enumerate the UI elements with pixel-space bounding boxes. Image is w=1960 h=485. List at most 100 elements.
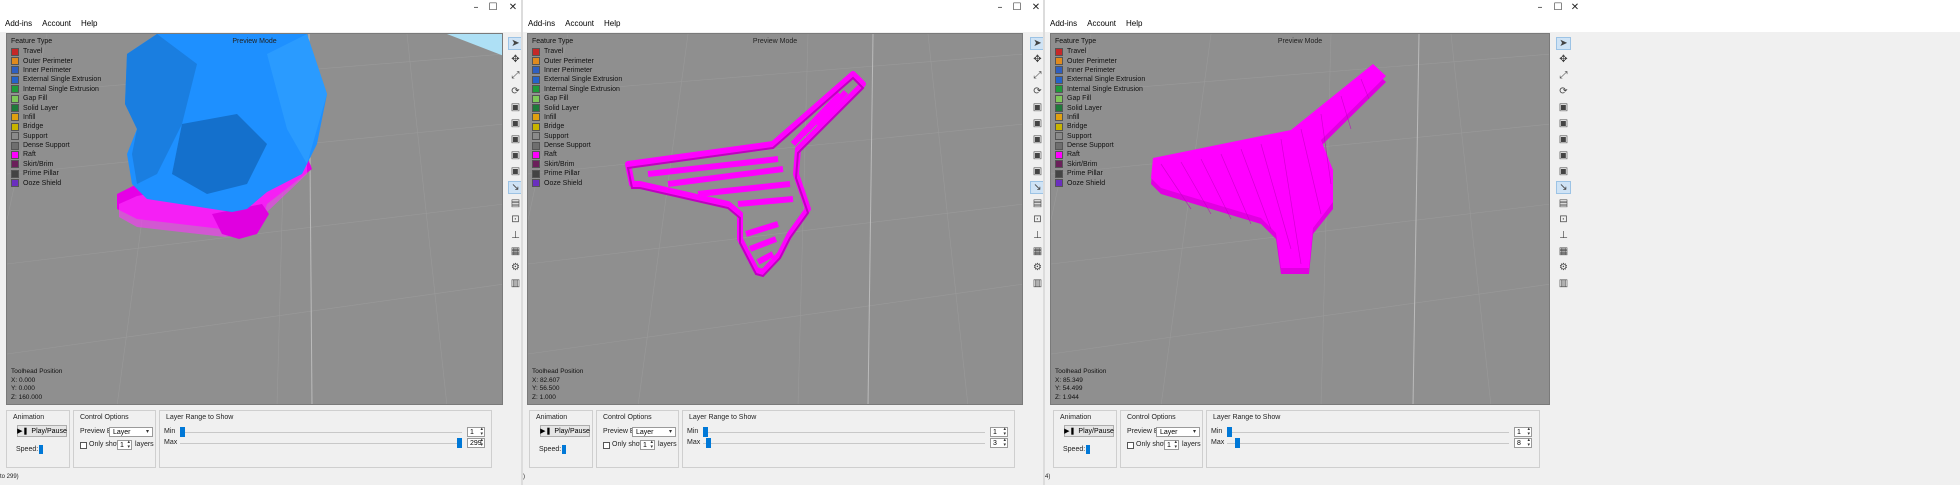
only-show-spinner[interactable]: 1 ▴ ▾	[117, 440, 132, 450]
legend-swatch	[1055, 75, 1063, 84]
view-iso-icon[interactable]: ▣	[1556, 101, 1571, 114]
move-icon[interactable]: ✥	[1030, 53, 1043, 66]
rotate-icon[interactable]: ⟳	[1556, 85, 1571, 98]
menu-account[interactable]: Account	[1087, 19, 1116, 28]
view-iso-icon[interactable]: ▣	[508, 101, 521, 114]
view-bottom-icon[interactable]: ▣	[508, 165, 521, 178]
measure-icon[interactable]: ⊥	[508, 229, 521, 242]
view-top-icon[interactable]: ▣	[508, 149, 521, 162]
layer-max-slider[interactable]	[457, 438, 462, 448]
view-front-icon[interactable]: ▣	[1030, 117, 1043, 130]
menu-add-ins[interactable]: Add-ins	[1050, 19, 1077, 28]
view-top-icon[interactable]: ▣	[1556, 149, 1571, 162]
cursor-icon[interactable]: ➤	[1556, 37, 1571, 50]
preview-mode-icon[interactable]: ↘	[508, 181, 521, 194]
menu-help[interactable]: Help	[604, 19, 620, 28]
menu-account[interactable]: Account	[565, 19, 594, 28]
play-pause-button[interactable]: ▶❚ Play/Pause	[1064, 425, 1114, 437]
rotate-icon[interactable]: ⟳	[508, 85, 521, 98]
preview-mode-icon[interactable]: ↘	[1030, 181, 1043, 194]
layer-max-spinner[interactable]: 3 ▴ ▾	[990, 438, 1008, 448]
legend-swatch	[532, 104, 540, 113]
only-show-spinner[interactable]: 1 ▴ ▾	[1164, 440, 1179, 450]
cursor-icon[interactable]: ➤	[508, 37, 521, 50]
settings-icon[interactable]: ⚙	[1556, 261, 1571, 274]
legend-items: Travel Outer Perimeter Inner Perimeter Exte…	[1055, 47, 1145, 188]
preview-viewport[interactable]: Preview Mode Feature Type Travel Outer Pe…	[6, 33, 503, 405]
control-options-group: Control Options Preview By Layer ▾ Only s…	[73, 410, 156, 468]
menu-add-ins[interactable]: Add-ins	[528, 19, 555, 28]
preview-by-select[interactable]: Layer ▾	[632, 427, 676, 437]
menu-help[interactable]: Help	[81, 19, 97, 28]
preview-viewport[interactable]: Preview Mode Feature Type Travel Outer Pe…	[527, 33, 1023, 405]
gcode-icon[interactable]: ▦	[1030, 245, 1043, 258]
speed-slider[interactable]	[1086, 445, 1090, 454]
layer-view-icon[interactable]: ▤	[1030, 197, 1043, 210]
scale-icon[interactable]: ⤢	[1556, 69, 1571, 82]
measure-icon[interactable]: ⊥	[1556, 229, 1571, 242]
camera-icon[interactable]: ⊡	[1030, 213, 1043, 226]
only-show-checkbox[interactable]	[603, 442, 610, 449]
layer-max-spinner[interactable]: 299 ▴ ▾	[467, 438, 485, 448]
scale-icon[interactable]: ⤢	[1030, 69, 1043, 82]
close-button[interactable]: ✕	[503, 1, 521, 14]
maximize-button[interactable]: ☐	[1007, 1, 1027, 14]
cursor-icon[interactable]: ➤	[1030, 37, 1043, 50]
legend-item: Dense Support	[1055, 141, 1145, 150]
grid-icon[interactable]: ▥	[1030, 277, 1043, 290]
gcode-icon[interactable]: ▦	[508, 245, 521, 258]
layer-min-slider[interactable]	[180, 427, 185, 437]
layer-min-slider[interactable]	[1227, 427, 1232, 437]
legend-swatch	[1055, 85, 1063, 94]
layer-view-icon[interactable]: ▤	[1556, 197, 1571, 210]
close-button[interactable]: ✕	[1565, 1, 1585, 14]
minimize-button[interactable]: –	[1530, 1, 1550, 14]
only-show-spinner[interactable]: 1 ▴ ▾	[640, 440, 655, 450]
settings-icon[interactable]: ⚙	[508, 261, 521, 274]
view-bottom-icon[interactable]: ▣	[1030, 165, 1043, 178]
layer-min-spinner[interactable]: 1 ▴ ▾	[990, 427, 1008, 437]
settings-icon[interactable]: ⚙	[1030, 261, 1043, 274]
only-show-checkbox[interactable]	[80, 442, 87, 449]
legend-item: External Single Extrusion	[11, 75, 101, 84]
menu-account[interactable]: Account	[42, 19, 71, 28]
close-button[interactable]: ✕	[1026, 1, 1043, 14]
speed-slider[interactable]	[39, 445, 43, 454]
move-icon[interactable]: ✥	[1556, 53, 1571, 66]
rotate-icon[interactable]: ⟳	[1030, 85, 1043, 98]
view-side-icon[interactable]: ▣	[1556, 133, 1571, 146]
speed-slider[interactable]	[562, 445, 566, 454]
preview-viewport[interactable]: Preview Mode Feature Type Travel Outer Pe…	[1050, 33, 1550, 405]
layer-min-spinner[interactable]: 1 ▴ ▾	[467, 427, 485, 437]
menu-add-ins[interactable]: Add-ins	[5, 19, 32, 28]
only-show-checkbox[interactable]	[1127, 442, 1134, 449]
menu-help[interactable]: Help	[1126, 19, 1142, 28]
view-front-icon[interactable]: ▣	[508, 117, 521, 130]
camera-icon[interactable]: ⊡	[1556, 213, 1571, 226]
view-side-icon[interactable]: ▣	[1030, 133, 1043, 146]
layer-max-slider[interactable]	[705, 438, 711, 448]
measure-icon[interactable]: ⊥	[1030, 229, 1043, 242]
view-side-icon[interactable]: ▣	[508, 133, 521, 146]
view-bottom-icon[interactable]: ▣	[1556, 165, 1571, 178]
view-iso-icon[interactable]: ▣	[1030, 101, 1043, 114]
preview-mode-icon[interactable]: ↘	[1556, 181, 1571, 194]
maximize-button[interactable]: ☐	[483, 1, 503, 14]
gcode-icon[interactable]: ▦	[1556, 245, 1571, 258]
preview-by-select[interactable]: Layer ▾	[109, 427, 153, 437]
layer-min-spinner[interactable]: 1 ▴ ▾	[1514, 427, 1532, 437]
grid-icon[interactable]: ▥	[508, 277, 521, 290]
preview-by-select[interactable]: Layer ▾	[1156, 427, 1200, 437]
play-pause-button[interactable]: ▶❚ Play/Pause	[540, 425, 590, 437]
layer-min-slider[interactable]	[703, 427, 708, 437]
layer-max-slider[interactable]	[1235, 438, 1241, 448]
view-front-icon[interactable]: ▣	[1556, 117, 1571, 130]
camera-icon[interactable]: ⊡	[508, 213, 521, 226]
view-top-icon[interactable]: ▣	[1030, 149, 1043, 162]
layer-view-icon[interactable]: ▤	[508, 197, 521, 210]
play-pause-button[interactable]: ▶❚ Play/Pause	[17, 425, 67, 437]
move-icon[interactable]: ✥	[508, 53, 521, 66]
layer-max-spinner[interactable]: 8 ▴ ▾	[1514, 438, 1532, 448]
grid-icon[interactable]: ▥	[1556, 277, 1571, 290]
scale-icon[interactable]: ⤢	[508, 69, 521, 82]
